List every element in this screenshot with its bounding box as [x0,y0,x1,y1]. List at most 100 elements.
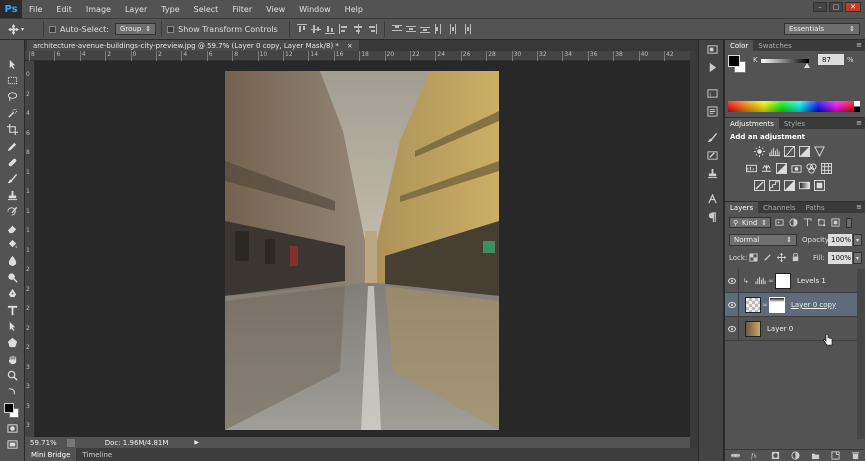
zoom-level[interactable]: 59.71% [30,439,57,447]
filter-type-icon[interactable] [802,217,813,228]
clone-source-icon[interactable] [699,164,725,182]
invert-icon[interactable] [754,180,765,191]
opacity-slider-button[interactable]: ▾ [853,234,862,246]
healing-brush-tool-icon[interactable] [0,154,25,170]
fill-input[interactable]: 100% [828,252,852,264]
layer-thumbnail[interactable] [745,296,761,313]
exposure-icon[interactable] [799,146,810,157]
filter-shape-icon[interactable] [816,217,827,228]
maximize-button[interactable]: □ [829,2,843,12]
k-value-input[interactable]: 87 [818,54,844,65]
menu-select[interactable]: Select [187,5,226,14]
eraser-tool-icon[interactable] [0,220,25,236]
eyedropper-tool-icon[interactable] [0,138,25,154]
transform-controls-checkbox[interactable] [167,25,175,33]
link-layers-icon[interactable] [730,451,740,461]
tab-swatches[interactable]: Swatches [753,40,796,51]
info-panel-icon[interactable]: i [699,84,725,102]
color-lookup-icon[interactable] [821,163,832,174]
distribute-bottom-icon[interactable] [419,24,431,35]
move-tool-icon[interactable] [0,56,25,72]
distribute-top-icon[interactable] [391,24,403,35]
tab-color[interactable]: Color [725,40,754,51]
lock-position-icon[interactable] [776,252,787,263]
layer-name[interactable]: Layer 0 [767,325,793,333]
distribute-vcenter-icon[interactable] [405,24,417,35]
path-selection-tool-icon[interactable] [0,318,25,334]
align-hcenter-icon[interactable] [352,24,364,35]
color-spectrum[interactable] [728,101,854,112]
close-button[interactable]: ✕ [845,2,861,12]
k-slider-thumb[interactable] [804,63,810,68]
posterize-icon[interactable] [769,180,780,191]
clone-stamp-tool-icon[interactable] [0,187,25,203]
levels-icon[interactable] [769,146,780,157]
color-swatches[interactable] [0,400,25,420]
fill-slider-button[interactable]: ▾ [853,252,862,264]
blur-tool-icon[interactable] [0,253,25,269]
lock-all-icon[interactable] [790,252,801,263]
zoom-tool-icon[interactable] [0,367,25,383]
align-top-icon[interactable] [296,24,308,35]
marquee-tool-icon[interactable] [0,72,25,88]
filter-kind-dropdown[interactable]: ⚲ Kind ⇕ [729,217,771,228]
tab-mini-bridge[interactable]: Mini Bridge [25,448,77,461]
brush-tool-icon[interactable] [0,171,25,187]
crop-tool-icon[interactable] [0,122,25,138]
filter-pixel-icon[interactable] [774,217,785,228]
quick-selection-tool-icon[interactable] [0,105,25,121]
menu-view[interactable]: View [259,5,292,14]
filter-adjustment-icon[interactable] [788,217,799,228]
quick-mask-icon[interactable] [0,420,25,436]
tool-preset-picker[interactable]: ▾ [8,21,38,37]
align-vcenter-icon[interactable] [310,24,322,35]
foreground-color-swatch[interactable] [728,55,740,67]
actions-panel-icon[interactable] [699,58,725,76]
tab-styles[interactable]: Styles [779,118,810,129]
document-image[interactable] [225,71,499,430]
align-bottom-icon[interactable] [324,24,336,35]
menu-filter[interactable]: Filter [225,5,259,14]
new-adjustment-layer-icon[interactable] [790,451,800,461]
panel-menu-icon[interactable]: ≡ [856,41,862,49]
menu-help[interactable]: Help [338,5,370,14]
panel-menu-icon[interactable]: ≡ [856,119,862,127]
brightness-contrast-icon[interactable] [754,146,765,157]
layers-scrollbar[interactable] [857,269,865,439]
layer-name[interactable]: Levels 1 [797,277,826,285]
menu-file[interactable]: File [22,5,49,14]
tab-layers[interactable]: Layers [725,202,759,213]
screen-mode-icon[interactable] [0,437,25,453]
dodge-tool-icon[interactable] [0,269,25,285]
layer-name[interactable]: Layer 0 copy [791,301,836,309]
layer-mask-thumbnail[interactable] [775,272,791,289]
menu-image[interactable]: Image [79,5,118,14]
panel-menu-icon[interactable]: ≡ [856,203,862,211]
new-group-icon[interactable] [810,451,820,461]
lock-pixels-icon[interactable] [762,252,773,263]
foreground-color-swatch[interactable] [4,403,14,414]
auto-select-dropdown[interactable]: Group ⇕ [114,23,157,35]
tab-adjustments[interactable]: Adjustments [725,118,779,129]
distribute-hcenter-icon[interactable] [447,24,459,35]
new-layer-icon[interactable] [830,451,840,461]
mask-link-icon[interactable]: ∞ [761,297,769,313]
shape-tool-icon[interactable] [0,335,25,351]
layer-style-icon[interactable]: fx [750,451,760,461]
add-mask-icon[interactable] [770,451,780,461]
vibrance-icon[interactable] [814,146,825,157]
layer-thumbnail[interactable] [745,320,761,337]
menu-edit[interactable]: Edit [49,5,79,14]
lock-transparency-icon[interactable] [748,252,759,263]
black-white-ramp[interactable] [854,101,860,112]
layer-mask-thumbnail[interactable] [769,296,785,313]
gradient-map-icon[interactable] [799,180,810,191]
photo-filter-icon[interactable] [791,163,802,174]
channel-mixer-icon[interactable] [806,163,817,174]
layer-row-layer0-copy[interactable]: ∞ Layer 0 copy [725,292,857,317]
menu-window[interactable]: Window [292,5,338,14]
swap-colors-icon[interactable] [0,384,25,400]
curves-icon[interactable] [784,146,795,157]
threshold-icon[interactable] [784,180,795,191]
minimize-button[interactable]: – [813,2,827,12]
